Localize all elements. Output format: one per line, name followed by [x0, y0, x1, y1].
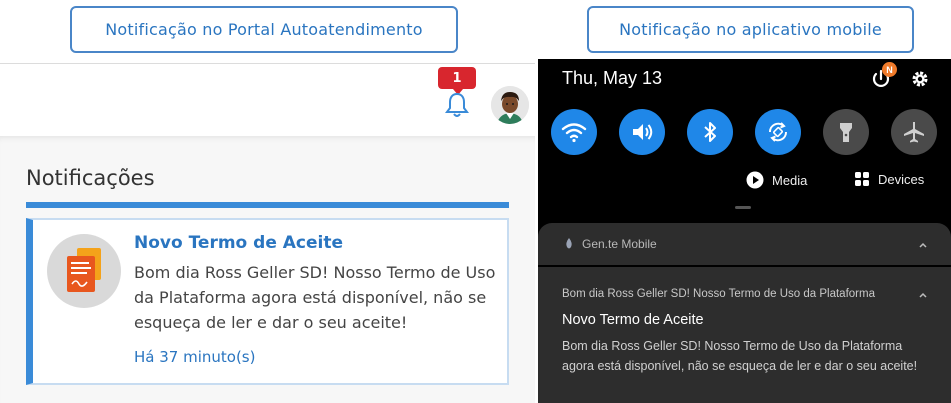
notification-body-mobile: Bom dia Ross Geller SD! Nosso Termo de U…: [562, 339, 918, 373]
power-notification-badge: N: [882, 62, 897, 77]
document-icon: [47, 234, 121, 308]
devices-label: Devices: [878, 171, 925, 187]
devices-grid-icon: [855, 172, 869, 186]
media-output-button[interactable]: Media: [746, 171, 807, 189]
portal-screenshot: 1 Notificações Novo Termo de Aceite Bom …: [0, 63, 535, 403]
media-label: Media: [772, 172, 808, 188]
avatar[interactable]: [491, 86, 529, 124]
notification-body: Bom dia Ross Geller SD! Nosso Termo de U…: [134, 263, 496, 332]
notification-card-mobile[interactable]: Bom dia Ross Geller SD! Nosso Termo de U…: [538, 267, 951, 403]
app-name-row: Gen.te Mobile: [564, 237, 657, 251]
caption-portal: Notificação no Portal Autoatendimento: [70, 6, 458, 53]
chevron-up-icon[interactable]: [918, 290, 928, 300]
notification-time: Há 37 minuto(s): [134, 348, 256, 366]
portal-header: 1: [0, 64, 535, 136]
status-date: Thu, May 13: [562, 68, 663, 88]
bluetooth-icon[interactable]: [687, 109, 733, 155]
caption-mobile: Notificação no aplicativo mobile: [587, 6, 914, 53]
chevron-up-icon[interactable]: [918, 240, 928, 250]
app-notification-header[interactable]: Gen.te Mobile: [538, 223, 951, 265]
flashlight-icon[interactable]: [823, 109, 869, 155]
notification-title: Novo Termo de Aceite: [134, 233, 344, 253]
app-icon: [566, 238, 572, 249]
panel-divider: [26, 202, 509, 208]
drag-handle[interactable]: [735, 206, 751, 209]
volume-icon[interactable]: [619, 109, 665, 155]
airplane-icon[interactable]: [891, 109, 937, 155]
notification-count-badge: 1: [438, 67, 476, 95]
bell-icon[interactable]: [444, 91, 470, 119]
notification-card[interactable]: Novo Termo de Aceite Bom dia Ross Geller…: [26, 218, 509, 385]
mobile-screenshot: Thu, May 13 N Media Devices Gen.te Mobil…: [538, 59, 951, 403]
notification-title-mobile: Novo Termo de Aceite: [562, 312, 704, 328]
auto-rotate-icon[interactable]: [755, 109, 801, 155]
gear-icon[interactable]: [910, 69, 930, 89]
notification-summary: Bom dia Ross Geller SD! Nosso Termo de U…: [562, 288, 875, 300]
panel-title: Notificações: [26, 166, 155, 190]
play-icon: [746, 171, 764, 189]
wifi-icon[interactable]: [551, 109, 597, 155]
devices-button[interactable]: Devices: [854, 171, 924, 187]
app-name: Gen.te Mobile: [582, 237, 657, 251]
notifications-panel: Notificações Novo Termo de Aceite Bom di…: [0, 136, 535, 403]
